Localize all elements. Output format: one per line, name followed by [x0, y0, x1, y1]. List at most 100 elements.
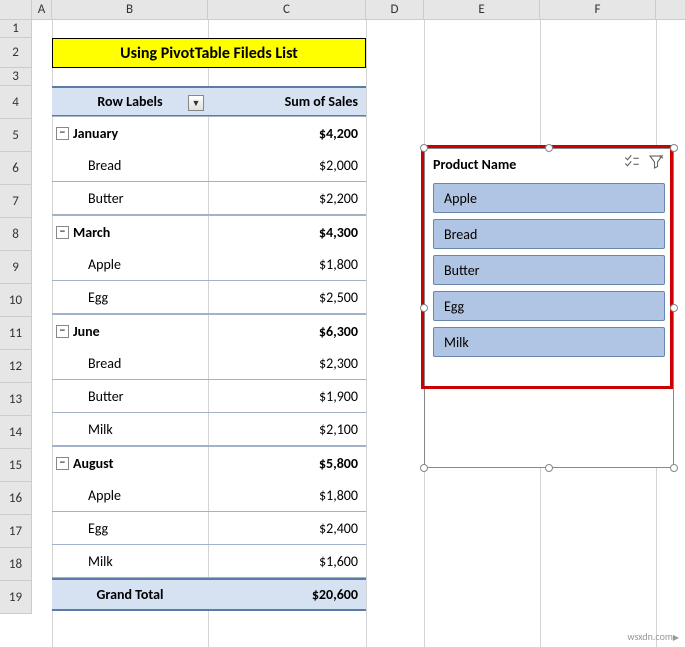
item-value: $2,200 [208, 190, 366, 207]
item-value: $2,100 [208, 421, 366, 438]
item-name: Bread [88, 157, 121, 174]
row-header-5[interactable]: 5 [0, 119, 32, 152]
slicer-item-egg[interactable]: Egg [433, 291, 665, 321]
slicer-item-bread[interactable]: Bread [433, 219, 665, 249]
row-headers: 1 2 3 4 5 6 7 8 9 10 11 12 13 14 15 16 1… [0, 20, 32, 614]
resize-handle[interactable] [670, 304, 678, 312]
row-header-16[interactable]: 16 [0, 482, 32, 515]
item-value: $1,600 [208, 553, 366, 570]
grand-total-value: $20,600 [208, 586, 366, 603]
item-value: $2,300 [208, 355, 366, 372]
row-header-11[interactable]: 11 [0, 317, 32, 350]
item-value: $2,000 [208, 157, 366, 174]
row-header-9[interactable]: 9 [0, 251, 32, 284]
rowlabels-dropdown[interactable]: ▼ [188, 95, 204, 111]
pivot-group-january[interactable]: −January $4,200 [52, 116, 366, 149]
group-label: March [73, 224, 110, 241]
pivot-item[interactable]: Milk $2,100 [52, 413, 366, 446]
pivot-header-values[interactable]: Sum of Sales [208, 88, 366, 115]
group-label: June [73, 323, 100, 340]
item-name: Apple [88, 256, 121, 273]
slicer-item-milk[interactable]: Milk [433, 327, 665, 357]
grand-total-label: Grand Total [52, 586, 208, 603]
resize-handle[interactable] [420, 464, 428, 472]
resize-handle[interactable] [420, 144, 428, 152]
pivot-item[interactable]: Apple$1,800 [52, 479, 366, 512]
resize-handle[interactable] [670, 464, 678, 472]
pivot-item[interactable]: Butter $1,900 [52, 380, 366, 413]
item-name: Butter [88, 388, 124, 405]
column-headers: A B C D E F [0, 0, 685, 20]
slicer-title: Product Name [433, 156, 516, 173]
pivot-header-rowlabels[interactable]: Row Labels ▼ [52, 88, 208, 115]
slicer-header: Product Name [425, 149, 673, 179]
col-header-A[interactable]: A [32, 0, 52, 19]
row-header-8[interactable]: 8 [0, 218, 32, 251]
row-header-12[interactable]: 12 [0, 350, 32, 383]
resize-handle[interactable] [670, 144, 678, 152]
pivot-item[interactable]: Bread $2,300 [52, 347, 366, 380]
item-name: Egg [88, 520, 108, 537]
item-name: Milk [88, 553, 113, 570]
row-header-15[interactable]: 15 [0, 449, 32, 482]
slicer-item-butter[interactable]: Butter [433, 255, 665, 285]
collapse-icon[interactable]: − [56, 457, 69, 470]
pivot-header-left-text: Row Labels [97, 93, 162, 110]
collapse-icon[interactable]: − [56, 127, 69, 140]
clear-filter-icon[interactable] [647, 153, 665, 175]
resize-handle[interactable] [545, 464, 553, 472]
collapse-icon[interactable]: − [56, 325, 69, 338]
pivot-group-august[interactable]: −August $5,800 [52, 446, 366, 479]
slicer-item-apple[interactable]: Apple [433, 183, 665, 213]
item-value: $1,800 [208, 256, 366, 273]
item-name: Egg [88, 289, 108, 306]
item-name: Milk [88, 421, 113, 438]
collapse-icon[interactable]: − [56, 226, 69, 239]
row-header-10[interactable]: 10 [0, 284, 32, 317]
row-header-3[interactable]: 3 [0, 68, 32, 86]
row-header-4[interactable]: 4 [0, 86, 32, 119]
row-header-17[interactable]: 17 [0, 515, 32, 548]
row-header-19[interactable]: 19 [0, 581, 32, 614]
resize-handle[interactable] [420, 304, 428, 312]
group-total: $6,300 [208, 323, 366, 340]
item-value: $1,800 [208, 487, 366, 504]
pivot-group-march[interactable]: −March $4,300 [52, 215, 366, 248]
row-header-13[interactable]: 13 [0, 383, 32, 416]
resize-handle[interactable] [545, 144, 553, 152]
row-header-14[interactable]: 14 [0, 416, 32, 449]
col-header-C[interactable]: C [208, 0, 366, 19]
item-name: Butter [88, 190, 124, 207]
col-header-B[interactable]: B [52, 0, 208, 19]
group-label: August [73, 455, 113, 472]
title-cell[interactable]: Using PivotTable Fileds List [52, 38, 366, 68]
row-header-1[interactable]: 1 [0, 20, 32, 38]
item-name: Bread [88, 355, 121, 372]
pivot-grand-total[interactable]: Grand Total $20,600 [52, 578, 366, 611]
row-header-18[interactable]: 18 [0, 548, 32, 581]
row-header-2[interactable]: 2 [0, 38, 32, 68]
pivot-header: Row Labels ▼ Sum of Sales [52, 86, 366, 116]
group-label: January [73, 125, 118, 142]
group-total: $5,800 [208, 455, 366, 472]
slicer[interactable]: Product Name Apple Bread Butter Egg Milk [424, 148, 674, 468]
pivot-item[interactable]: Butter $2,200 [52, 182, 366, 215]
row-header-7[interactable]: 7 [0, 185, 32, 218]
group-total: $4,200 [208, 125, 366, 142]
col-header-D[interactable]: D [366, 0, 424, 19]
pivot-item[interactable]: Apple $1,800 [52, 248, 366, 281]
item-value: $1,900 [208, 388, 366, 405]
pivot-item[interactable]: Egg $2,400 [52, 512, 366, 545]
pivot-item[interactable]: Bread $2,000 [52, 149, 366, 182]
pivot-item[interactable]: Egg $2,500 [52, 281, 366, 314]
pivot-item[interactable]: Milk $1,600 [52, 545, 366, 578]
col-header-E[interactable]: E [424, 0, 540, 19]
col-header-F[interactable]: F [540, 0, 656, 19]
item-value: $2,500 [208, 289, 366, 306]
watermark: wsxdn.com▶ [627, 630, 679, 643]
row-header-6[interactable]: 6 [0, 152, 32, 185]
corner-cell[interactable] [0, 0, 32, 19]
multi-select-icon[interactable] [623, 153, 641, 175]
item-value: $2,400 [208, 520, 366, 537]
pivot-group-june[interactable]: −June $6,300 [52, 314, 366, 347]
